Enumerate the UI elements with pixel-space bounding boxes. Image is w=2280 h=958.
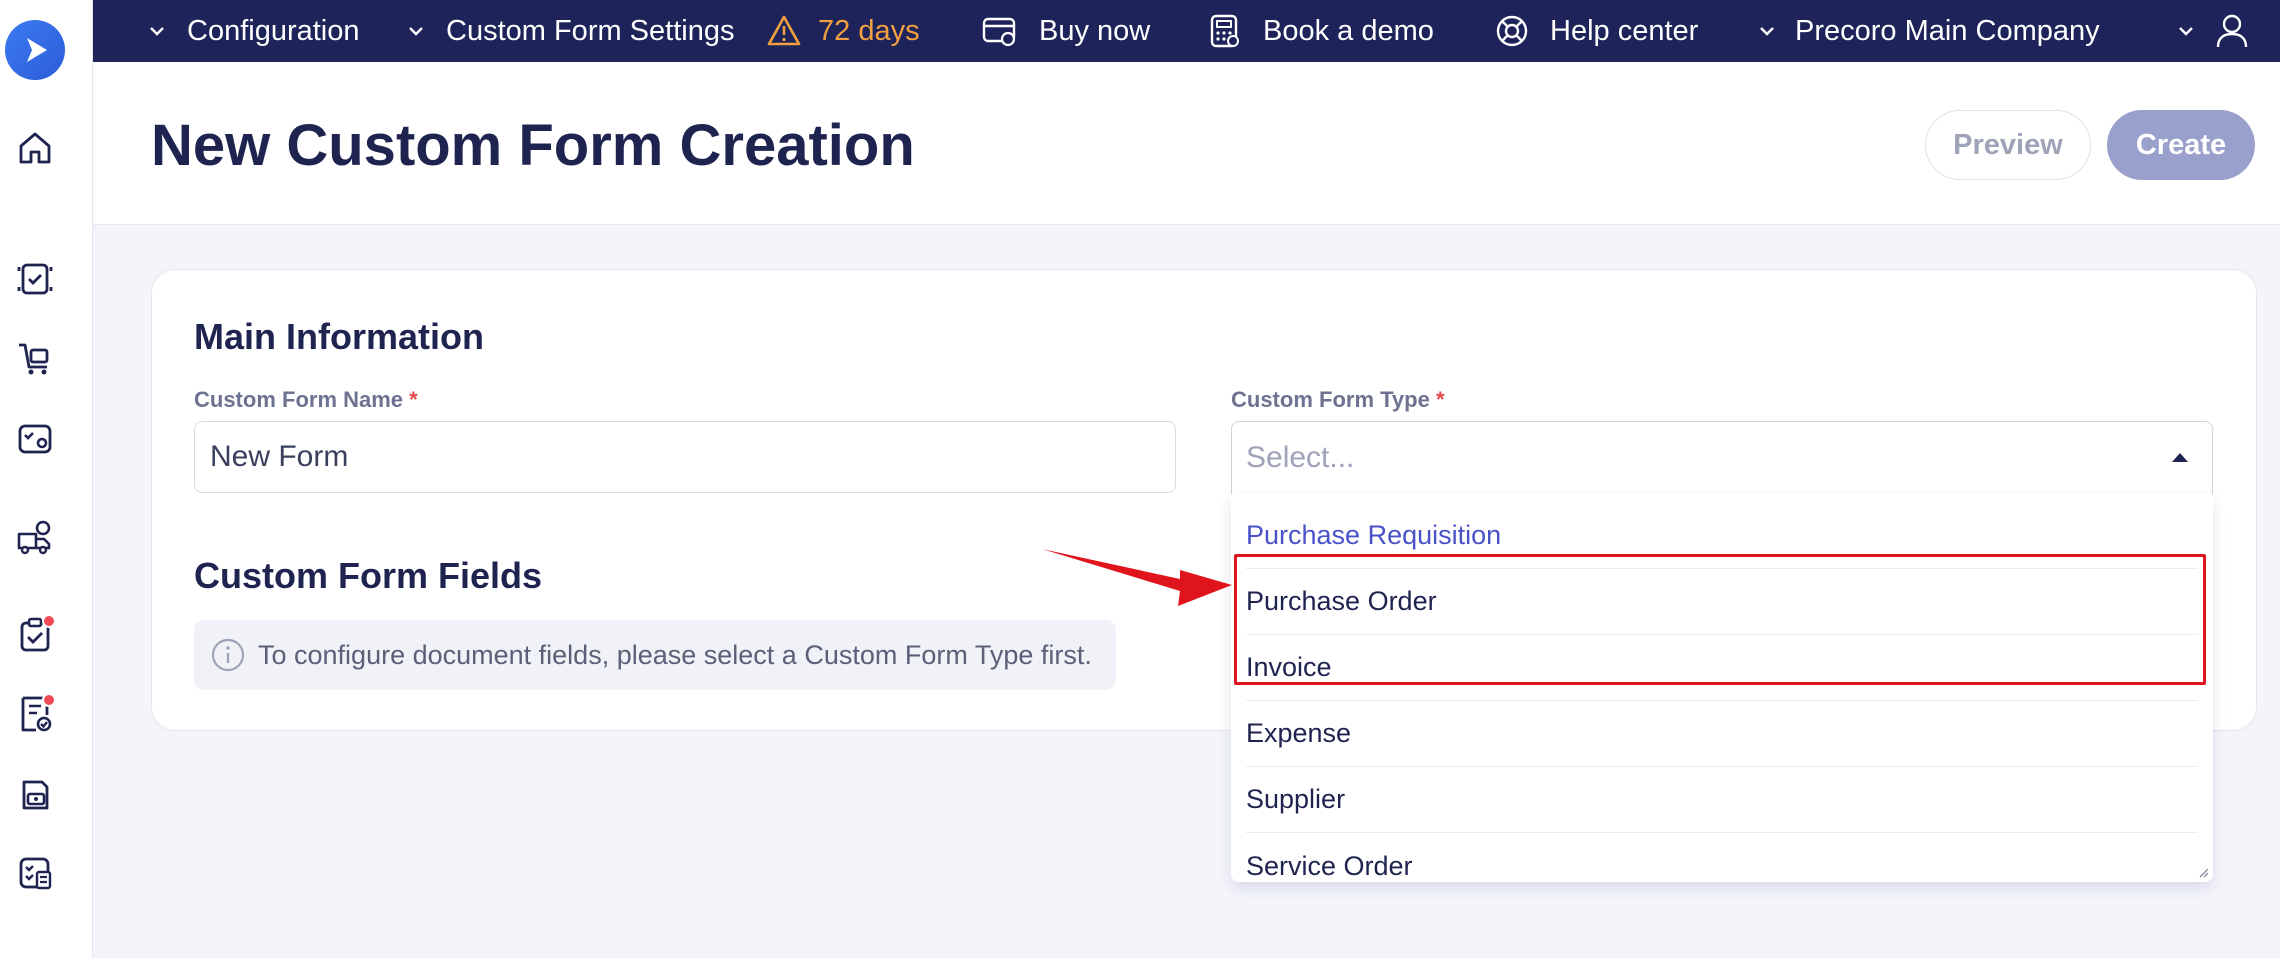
page-header: New Custom Form Creation Preview Create [93, 62, 2280, 225]
help-center-label: Help center [1550, 14, 1699, 47]
user-icon [2216, 14, 2248, 48]
chevron-down-icon [2179, 27, 2193, 36]
select-placeholder: Select... [1246, 441, 1355, 474]
create-button[interactable]: Create [2107, 110, 2255, 180]
company-menu[interactable]: Precoro Main Company [1757, 0, 2100, 62]
sidebar [0, 0, 93, 958]
company-label: Precoro Main Company [1795, 14, 2100, 47]
logo-icon[interactable] [5, 20, 65, 80]
highlight-box [1234, 554, 2206, 685]
card-icon [982, 17, 1016, 47]
lifebuoy-icon [1496, 15, 1528, 47]
option-service-order[interactable]: Service Order [1246, 833, 2198, 899]
supplier-icon[interactable] [12, 514, 58, 560]
user-menu[interactable] [2176, 0, 2250, 62]
cart-icon[interactable] [12, 336, 58, 382]
custom-form-type-label: Custom Form Type * [1231, 387, 1445, 413]
info-icon [211, 638, 245, 672]
configuration-label: Configuration [187, 14, 360, 47]
buy-now-label: Buy now [1039, 14, 1151, 47]
preview-button[interactable]: Preview [1925, 110, 2091, 180]
custom-form-fields-title: Custom Form Fields [194, 555, 543, 596]
buy-now-link[interactable]: Buy now [981, 0, 1150, 62]
option-expense[interactable]: Expense [1246, 701, 2198, 767]
calculator-icon [1210, 14, 1239, 48]
custom-form-type-select[interactable]: Select... [1231, 421, 2213, 495]
caret-up-icon [2172, 453, 2188, 462]
option-supplier[interactable]: Supplier [1246, 767, 2198, 833]
custom-form-type-dropdown: Purchase Requisition Purchase Order Invo… [1231, 494, 2213, 882]
chevron-down-icon [1760, 27, 1774, 36]
custom-form-type-label-text: Custom Form Type [1231, 387, 1430, 412]
custom-form-settings-label: Custom Form Settings [446, 14, 735, 47]
payment-icon[interactable] [12, 771, 58, 817]
trial-days: 72 days [818, 14, 920, 47]
book-demo-label: Book a demo [1263, 14, 1434, 47]
configuration-menu[interactable]: Configuration [147, 0, 360, 62]
required-mark: * [1435, 387, 1445, 412]
notification-dot [42, 614, 56, 628]
custom-form-settings-menu[interactable]: Custom Form Settings [406, 0, 734, 62]
page-title: New Custom Form Creation [151, 113, 915, 178]
chevron-down-icon [150, 27, 164, 36]
main-information-title: Main Information [194, 316, 484, 357]
documents-icon[interactable] [12, 256, 58, 302]
top-bar: Configuration Custom Form Settings 72 da… [93, 0, 2280, 62]
checklist-icon[interactable] [12, 850, 58, 896]
warning-icon [767, 15, 801, 46]
clipboard-check-icon[interactable] [12, 612, 58, 658]
info-message-text: To configure document fields, please sel… [258, 639, 1092, 670]
resize-handle-icon[interactable] [2197, 866, 2209, 878]
chevron-down-icon [409, 27, 423, 36]
required-mark: * [409, 387, 418, 412]
custom-form-name-label-text: Custom Form Name [194, 387, 404, 412]
home-icon[interactable] [12, 125, 58, 171]
trial-warning[interactable]: 72 days [766, 0, 920, 62]
book-demo-link[interactable]: Book a demo [1207, 0, 1434, 62]
approval-icon[interactable] [12, 416, 58, 462]
notification-dot [42, 693, 56, 707]
help-center-link[interactable]: Help center [1494, 0, 1698, 62]
custom-form-name-input[interactable] [194, 421, 1176, 493]
red-arrow-icon [1042, 549, 1232, 606]
custom-form-name-label: Custom Form Name * [194, 387, 418, 413]
invoice-icon[interactable] [12, 691, 58, 737]
info-message: To configure document fields, please sel… [194, 620, 1116, 690]
